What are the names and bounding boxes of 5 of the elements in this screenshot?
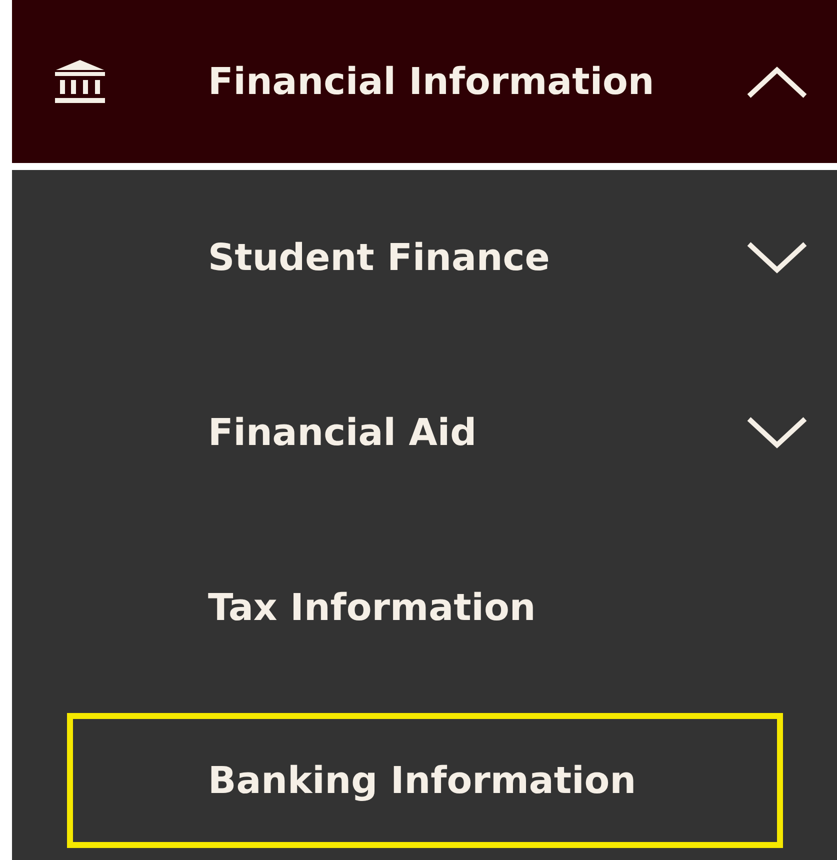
- bank-icon: [52, 58, 108, 106]
- chevron-down-icon: [745, 414, 809, 450]
- menu-header[interactable]: Financial Information: [12, 0, 837, 170]
- chevron-down-icon: [745, 240, 809, 276]
- menu-item[interactable]: Banking Information: [67, 713, 783, 848]
